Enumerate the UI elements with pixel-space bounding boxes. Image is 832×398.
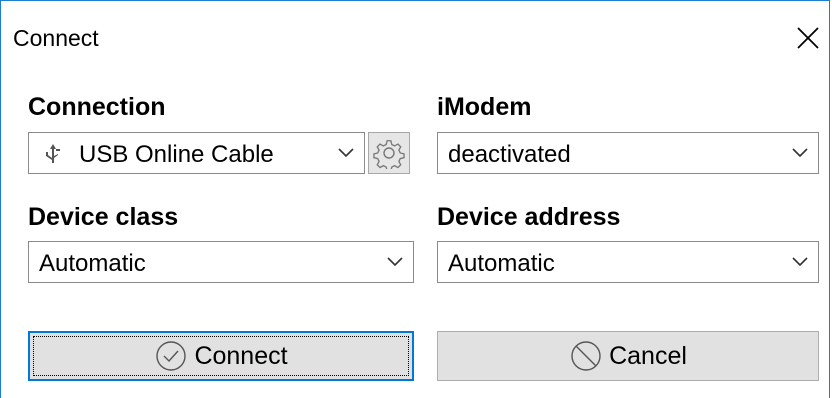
imodem-label: iModem: [437, 93, 532, 121]
imodem-value: deactivated: [448, 141, 571, 168]
cancel-button-label: Cancel: [609, 341, 687, 370]
no-entry-icon: [571, 341, 601, 371]
connection-settings-button[interactable]: [368, 132, 410, 174]
chevron-down-icon: [387, 257, 403, 267]
title-bar: Connect: [1, 1, 829, 71]
connect-dialog: Connect Connection USB Online Cable iMod…: [0, 0, 830, 398]
device-class-select[interactable]: Automatic: [28, 241, 414, 283]
device-address-value: Automatic: [448, 250, 555, 277]
window-title: Connect: [13, 25, 99, 51]
close-icon: [797, 27, 819, 49]
check-circle-icon: [156, 341, 187, 371]
connection-select[interactable]: USB Online Cable: [28, 132, 365, 174]
chevron-down-icon: [792, 148, 808, 158]
device-class-label: Device class: [28, 203, 179, 231]
chevron-down-icon: [338, 148, 354, 158]
chevron-down-icon: [792, 257, 808, 267]
cancel-button[interactable]: Cancel: [437, 331, 819, 381]
device-address-select[interactable]: Automatic: [437, 241, 819, 283]
device-address-label: Device address: [437, 203, 621, 231]
usb-icon: [46, 144, 60, 163]
close-button[interactable]: [795, 25, 821, 51]
connection-value: USB Online Cable: [79, 141, 274, 168]
imodem-select[interactable]: deactivated: [437, 132, 819, 174]
connect-button-label: Connect: [194, 341, 288, 370]
gear-icon: [373, 140, 405, 169]
connection-label: Connection: [28, 93, 166, 121]
device-class-value: Automatic: [39, 250, 146, 277]
connect-button[interactable]: Connect: [28, 331, 414, 381]
